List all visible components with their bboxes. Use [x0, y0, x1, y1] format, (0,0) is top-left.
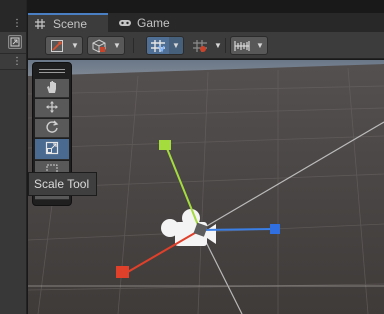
- tab-bar: Scene Game: [28, 13, 384, 32]
- toolbar-separator: [225, 38, 226, 53]
- draw-mode-dropdown[interactable]: ▼: [45, 36, 83, 55]
- chevron-down-icon: ▼: [214, 41, 222, 50]
- view-tool[interactable]: [35, 79, 69, 98]
- maximize-icon[interactable]: [8, 35, 22, 49]
- gamepad-icon: [118, 17, 132, 29]
- snap-settings-dropdown[interactable]: ▼: [230, 36, 268, 55]
- chevron-down-icon: ▼: [172, 41, 180, 50]
- scale-tool[interactable]: [35, 139, 69, 160]
- grid-snap-dropdown[interactable]: ▼: [146, 36, 184, 55]
- drag-grip-icon[interactable]: [39, 67, 65, 75]
- left-panel-strip: ⋮ ⋮: [0, 0, 27, 314]
- x-axis-scale-cube[interactable]: [116, 266, 129, 278]
- kebab-menu-icon-2[interactable]: ⋮: [12, 57, 22, 67]
- tab-game-label: Game: [137, 15, 170, 30]
- z-axis-scale-cube[interactable]: [270, 224, 280, 234]
- tab-scene-label: Scene: [53, 16, 88, 31]
- cube-icon: [88, 37, 110, 54]
- hand-icon: [45, 80, 59, 97]
- tab-scene[interactable]: Scene: [28, 13, 108, 32]
- chevron-down-icon: ▼: [256, 41, 264, 50]
- y-axis-scale-cube[interactable]: [159, 140, 171, 150]
- scale-tool-tooltip: Scale Tool: [28, 172, 97, 196]
- toolbar-separator: [133, 38, 134, 53]
- increment-snap-icon: [189, 37, 211, 54]
- chevron-down-icon: ▼: [113, 41, 121, 50]
- increment-snap-dropdown[interactable]: ▼: [188, 36, 226, 55]
- grid-snap-icon: [147, 37, 169, 54]
- scale-icon: [45, 141, 59, 158]
- move-arrows-icon: [45, 100, 59, 117]
- kebab-menu-icon[interactable]: ⋮: [12, 19, 22, 29]
- hierarchy-tab-label-fragment: [0, 16, 6, 30]
- grid-icon: [34, 18, 48, 30]
- z-axis-handle-line: [199, 228, 276, 231]
- move-tool[interactable]: [35, 99, 69, 118]
- ruler-icon: [231, 37, 253, 54]
- rotate-tool[interactable]: [35, 119, 69, 138]
- tab-game[interactable]: Game: [112, 13, 182, 32]
- draw-mode-icon: [46, 37, 68, 54]
- rotate-icon: [45, 120, 59, 137]
- panel-header-row: [0, 32, 26, 54]
- shading-dropdown[interactable]: ▼: [87, 36, 125, 55]
- scene-toolbar: ▼ ▼ ▼ ▼ ▼: [28, 32, 384, 59]
- panel-subheader-row: ⋮: [0, 54, 26, 70]
- chevron-down-icon: ▼: [71, 41, 79, 50]
